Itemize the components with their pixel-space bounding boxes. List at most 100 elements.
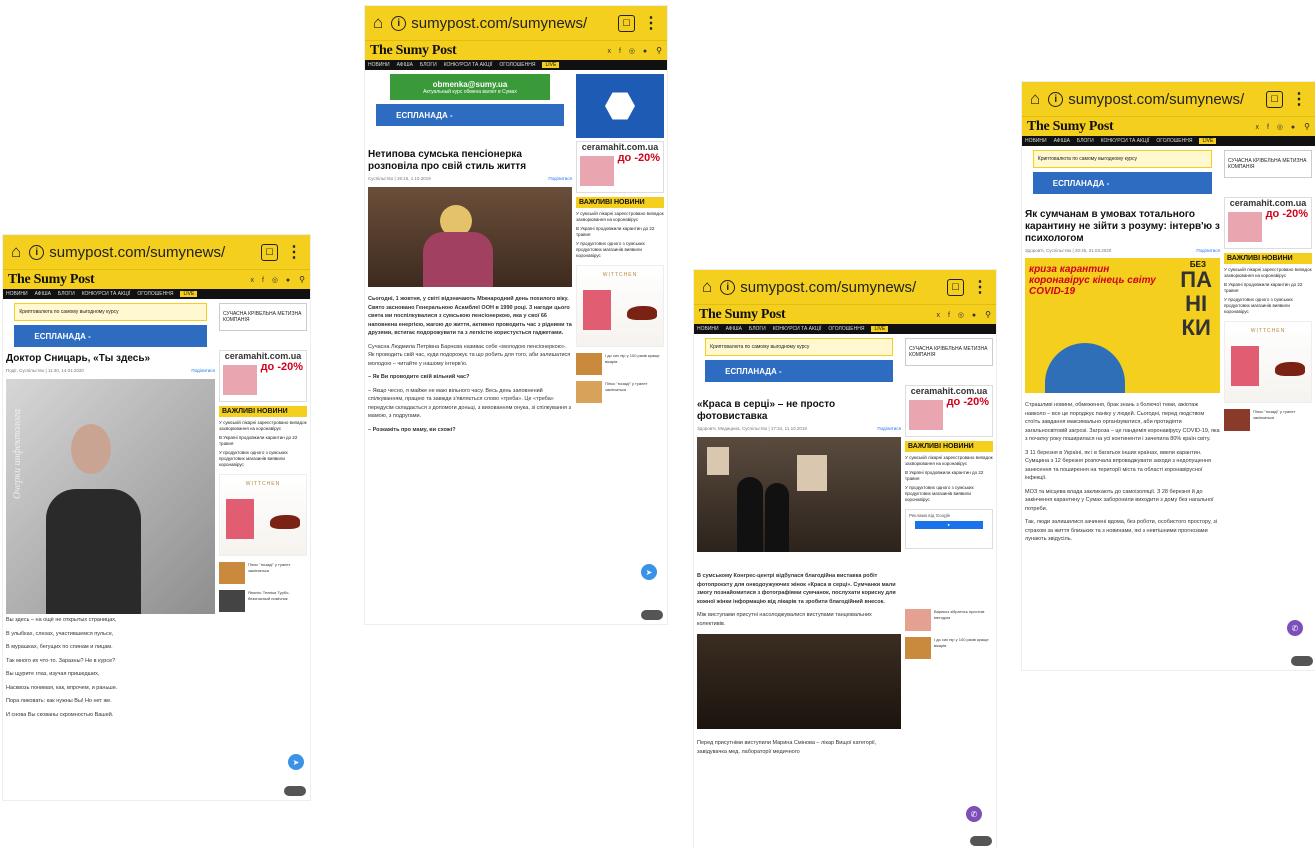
menu-icon[interactable]: ⋮ xyxy=(972,277,988,297)
nav-item-afisha[interactable]: АФІША xyxy=(726,326,742,332)
news-item[interactable]: У сумській лікарні зареєстровано випадок… xyxy=(576,211,664,223)
ceramahit-ad[interactable]: ceramahit.com.ua до -20% xyxy=(1224,197,1312,249)
news-item[interactable]: В Україні продовжили карантин до 22 трав… xyxy=(1224,282,1312,294)
menu-icon[interactable]: ⋮ xyxy=(643,13,659,33)
promo-item[interactable]: Варикоз зібратись простим методом xyxy=(905,609,993,631)
info-icon[interactable]: i xyxy=(1048,91,1064,107)
nav-item-ads[interactable]: ОГОЛОШЕННЯ xyxy=(499,62,535,68)
promo-item[interactable]: І до сих пір у 100 разів краще вікарів xyxy=(905,637,993,659)
site-logo[interactable]: The Sumy Post xyxy=(699,307,786,323)
obmenka-ad[interactable]: obmenka@sumy.ua Актуальный курс обмена ва… xyxy=(390,74,550,100)
nav-item-news[interactable]: НОВИНИ xyxy=(368,62,390,68)
nav-item-afisha[interactable]: АФІША xyxy=(397,62,413,68)
social-icons[interactable]: х f ◎ ● xyxy=(1256,123,1299,131)
news-item[interactable]: В Україні продовжили карантин до 22 трав… xyxy=(219,435,307,447)
nav-item-live[interactable]: LIVE xyxy=(180,291,198,297)
google-ad-box[interactable]: Реклама від Google ▸ xyxy=(905,509,993,549)
home-icon[interactable]: ⌂ xyxy=(373,13,383,33)
sucasna-ad[interactable]: СУЧАСНА КРІВЕЛЬНА МЕТИЗНА КОМПАНІЯ xyxy=(905,338,993,366)
scroll-top-button[interactable] xyxy=(284,786,306,796)
esplanada-ad[interactable]: ЕСПЛАНАДА - xyxy=(376,104,564,126)
info-icon[interactable]: i xyxy=(391,15,407,31)
news-item[interactable]: В Україні продовжили карантин до 22 трав… xyxy=(905,470,993,482)
nav-item-ads[interactable]: ОГОЛОШЕННЯ xyxy=(1156,138,1192,144)
nav-item-contests[interactable]: КОНКУРСИ ТА АКЦІЇ xyxy=(444,62,493,68)
info-icon[interactable]: i xyxy=(720,279,736,295)
crypto-ad[interactable]: Криптовалюта по самому выгодному курсу xyxy=(705,338,893,356)
google-ad-button[interactable]: ▸ xyxy=(915,521,983,529)
nav-item-afisha[interactable]: АФІША xyxy=(35,291,51,297)
home-icon[interactable]: ⌂ xyxy=(702,277,712,297)
search-icon[interactable]: ⚲ xyxy=(985,310,991,319)
ceramahit-ad[interactable]: ceramahit.com.ua до -20% xyxy=(576,141,664,193)
sucasna-ad[interactable]: СУЧАСНА КРІВЕЛЬНА МЕТИЗНА КОМПАНІЯ xyxy=(1224,150,1312,178)
promo-item[interactable]: Пiнос "позадi" у туалет закiнчаться xyxy=(1224,409,1312,431)
tabs-icon[interactable]: ☐ xyxy=(618,14,635,32)
promo-item[interactable]: Пiнос "позадi" у туалет закiнчаться xyxy=(576,381,664,403)
share-button[interactable]: Поділитися xyxy=(1196,248,1220,253)
share-button[interactable]: Поділитися xyxy=(877,426,901,431)
nav-item-ads[interactable]: ОГОЛОШЕННЯ xyxy=(137,291,173,297)
site-logo[interactable]: The Sumy Post xyxy=(370,43,457,59)
crypto-ad[interactable]: Криптовалюта по самому выгодному курсу xyxy=(1032,150,1213,168)
viber-icon[interactable]: ✆ xyxy=(966,806,982,822)
telegram-icon[interactable]: ➤ xyxy=(641,564,657,580)
promo-item[interactable]: І до сих пір у 100 разів краще вікарів xyxy=(576,353,664,375)
url-field[interactable]: i sumypost.com/sumynews/ xyxy=(1048,91,1258,108)
tabs-icon[interactable]: ☐ xyxy=(947,278,964,296)
info-icon[interactable]: i xyxy=(29,244,45,260)
tabs-icon[interactable]: ☐ xyxy=(1266,90,1283,108)
scroll-top-button[interactable] xyxy=(641,610,663,620)
social-icons[interactable]: х f ◎ ● xyxy=(937,311,980,319)
nav-item-blogs[interactable]: БЛОГИ xyxy=(58,291,75,297)
scroll-top-button[interactable] xyxy=(970,836,992,846)
news-item[interactable]: У сумській лікарні зареєстровано випадок… xyxy=(905,455,993,467)
scroll-top-button[interactable] xyxy=(1291,656,1313,666)
news-item[interactable]: У продуктових одного з сумських продукто… xyxy=(905,485,993,503)
menu-icon[interactable]: ⋮ xyxy=(286,242,302,262)
nav-item-ads[interactable]: ОГОЛОШЕННЯ xyxy=(828,326,864,332)
article-title[interactable]: «Краса в серці» – не просто фотовиставка xyxy=(697,399,901,423)
social-icons[interactable]: х f ◎ ● xyxy=(608,47,651,55)
url-field[interactable]: i sumypost.com/sumynews/ xyxy=(391,15,610,32)
news-item[interactable]: У продуктових одного з сумських продукто… xyxy=(219,450,307,468)
site-logo[interactable]: The Sumy Post xyxy=(8,272,95,288)
esplanada-ad[interactable]: ЕСПЛАНАДА - xyxy=(1032,172,1213,194)
crypto-ad[interactable]: Криптовалюта по самому выгодному курсу xyxy=(14,303,207,321)
nav-item-contests[interactable]: КОНКУРСИ ТА АКЦІЇ xyxy=(1101,138,1150,144)
nav-item-blogs[interactable]: БЛОГИ xyxy=(1077,138,1094,144)
hex-logo-ad[interactable] xyxy=(576,74,664,138)
news-item[interactable]: У сумській лікарні зареєстровано випадок… xyxy=(219,420,307,432)
nav-item-blogs[interactable]: БЛОГИ xyxy=(749,326,766,332)
nav-item-contests[interactable]: КОНКУРСИ ТА АКЦІЇ xyxy=(82,291,131,297)
social-icons[interactable]: х f ◎ ● xyxy=(251,276,294,284)
wittchen-ad[interactable]: WITTCHEN xyxy=(1224,321,1312,403)
wittchen-ad[interactable]: WITTCHEN xyxy=(576,265,664,347)
search-icon[interactable]: ⚲ xyxy=(656,46,662,55)
sucasna-ad[interactable]: СУЧАСНА КРІВЕЛЬНА МЕТИЗНА КОМПАНІЯ xyxy=(219,303,307,331)
site-logo[interactable]: The Sumy Post xyxy=(1027,119,1114,135)
nav-item-live[interactable]: LIVE xyxy=(542,62,560,68)
news-item[interactable]: У продуктових одного з сумських продукто… xyxy=(1224,297,1312,315)
viber-icon[interactable]: ✆ xyxy=(1287,620,1303,636)
nav-item-news[interactable]: НОВИНИ xyxy=(1025,138,1047,144)
search-icon[interactable]: ⚲ xyxy=(1304,122,1310,131)
article-title[interactable]: Нетипова сумська пенсіонерка розповіла п… xyxy=(368,149,572,173)
menu-icon[interactable]: ⋮ xyxy=(1291,89,1307,109)
nav-item-news[interactable]: НОВИНИ xyxy=(697,326,719,332)
home-icon[interactable]: ⌂ xyxy=(11,242,21,262)
ceramahit-ad[interactable]: ceramahit.com.ua до -20% xyxy=(219,350,307,402)
ceramahit-ad[interactable]: ceramahit.com.ua до -20% xyxy=(905,385,993,437)
telegram-icon[interactable]: ➤ xyxy=(288,754,304,770)
nav-item-afisha[interactable]: АФІША xyxy=(1054,138,1070,144)
search-icon[interactable]: ⚲ xyxy=(299,275,305,284)
news-item[interactable]: У сумській лікарні зареєстровано випадок… xyxy=(1224,267,1312,279)
home-icon[interactable]: ⌂ xyxy=(1030,89,1040,109)
tabs-icon[interactable]: ☐ xyxy=(261,243,278,261)
esplanada-ad[interactable]: ЕСПЛАНАДА - xyxy=(14,325,207,347)
news-item[interactable]: У продуктових одного з сумських продукто… xyxy=(576,241,664,259)
url-field[interactable]: i sumypost.com/sumynews/ xyxy=(720,279,939,296)
article-title[interactable]: Доктор Сницарь, «Ты здесь» xyxy=(6,353,215,365)
nav-item-news[interactable]: НОВИНИ xyxy=(6,291,28,297)
nav-item-live[interactable]: LIVE xyxy=(871,326,889,332)
